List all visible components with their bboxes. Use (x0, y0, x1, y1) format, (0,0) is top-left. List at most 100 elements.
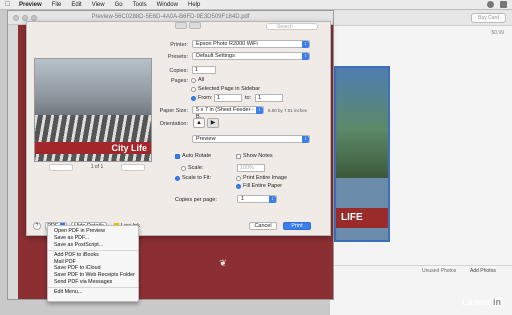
scale-to-fit-radio[interactable] (175, 175, 180, 181)
page-navigation: 1 of 1 (49, 162, 145, 172)
from-page-input[interactable]: 1 (214, 94, 242, 102)
fill-entire-paper-option[interactable]: Fill Entire Paper (236, 183, 282, 189)
paper-dimensions: 5.00 by 7.01 inches (268, 108, 308, 113)
help-button[interactable]: ? (33, 222, 41, 230)
menu-item-edit-menu[interactable]: Edit Menu... (48, 289, 138, 296)
portrait-icon[interactable]: ▲ (193, 118, 205, 128)
cancel-button[interactable]: Cancel (249, 222, 277, 230)
to-page-input[interactable]: 1 (255, 94, 283, 102)
card-preview[interactable]: LIFE (334, 66, 390, 242)
list-icon[interactable] (500, 1, 507, 8)
orientation-label: Orientation: (159, 121, 188, 127)
auto-rotate-checkbox[interactable] (175, 153, 180, 159)
copies-per-page-value: 1 (241, 196, 245, 202)
preview-crosswalk (35, 115, 151, 161)
scale-to-fit-label: Scale to Fit: (182, 175, 212, 181)
preview-caption: City Life (111, 143, 147, 153)
card-text: LIFE (336, 208, 388, 228)
print-entire-image-label: Print Entire Image (243, 175, 288, 181)
menu-file[interactable]: File (52, 2, 62, 8)
copies-input[interactable]: 1 (192, 66, 216, 74)
rotate-icon[interactable] (189, 22, 201, 29)
to-label: to: (245, 95, 252, 101)
show-notes-label: Show Notes (243, 153, 273, 159)
add-photos-button[interactable]: Add Photos (470, 268, 496, 274)
paper-size-select[interactable]: 5 x 7 in (Sheet Feeder - B... ↕ (192, 106, 264, 120)
linkedin-watermark: Linked in (462, 297, 502, 307)
watermark-suffix: in (492, 297, 502, 307)
printer-select[interactable]: Epson Photo R2000 WiFi ↕ (192, 40, 310, 48)
menu-item-open-pdf[interactable]: Open PDF in Preview (48, 228, 138, 235)
search-input[interactable]: Search (266, 23, 318, 30)
print-preview-image: City Life (34, 58, 152, 162)
pages-from-radio[interactable] (191, 95, 196, 101)
menu-item-save-pdf[interactable]: Save as PDF... (48, 235, 138, 242)
menu-view[interactable]: View (92, 2, 105, 8)
show-notes-option[interactable]: Show Notes (236, 153, 273, 159)
chevron-down-icon: ↕ (269, 196, 276, 203)
show-notes-checkbox[interactable] (236, 153, 241, 159)
menu-item-web-receipts[interactable]: Save PDF to Web Receipts Folder (48, 272, 138, 279)
fill-entire-paper-radio[interactable] (236, 183, 241, 189)
menu-edit[interactable]: Edit (71, 2, 81, 8)
scale-to-fit-option[interactable]: Scale to Fit: (175, 175, 211, 181)
print-dialog: Search City Life 1 of 1 Printer: Epson P… (26, 21, 331, 236)
card-price: $0.99 (491, 30, 504, 36)
printer-value: Epson Photo R2000 WiFi (196, 41, 258, 47)
window-title: Preview-56C0288D-5E6D-4A0A-B6FD-9E3D509F… (91, 14, 250, 20)
orientation-group: ▲ ▶ (189, 118, 219, 128)
pages-from-label: From: (198, 95, 213, 101)
pages-selected-option[interactable]: Selected Page in Sidebar (191, 86, 260, 92)
pages-all-label: All (198, 77, 205, 83)
print-entire-image-option[interactable]: Print Entire Image (236, 175, 287, 181)
print-button[interactable]: Print (283, 222, 311, 230)
presets-label: Presets: (167, 54, 188, 60)
menu-item-send-messages[interactable]: Send PDF via Messages (48, 279, 138, 286)
page-indicator: 1 of 1 (90, 164, 104, 170)
pages-selected-radio[interactable] (191, 86, 196, 92)
apple-menu-icon[interactable]:  (5, 1, 13, 8)
background-app-window: Buy Card $0.99 LIFE Unused Photos Add Ph… (330, 10, 512, 315)
paper-size-label: Paper Size: (159, 108, 188, 114)
chevron-down-icon: ↕ (302, 136, 309, 143)
watermark-prefix: Linked (461, 297, 491, 307)
scale-label: Scale: (188, 165, 204, 171)
menu-item-save-icloud[interactable]: Save PDF to iCloud (48, 265, 138, 272)
decorative-ornament-icon: ❦ (219, 258, 227, 268)
chevron-down-icon: ↕ (302, 41, 309, 48)
scale-radio[interactable] (181, 165, 186, 171)
preview-buildings (35, 59, 151, 119)
pages-range-option[interactable]: From: (191, 95, 212, 101)
pages-all-radio[interactable] (191, 77, 196, 83)
user-avatar-icon[interactable] (487, 1, 494, 8)
print-entire-image-radio[interactable] (236, 175, 241, 181)
presets-select[interactable]: Default Settings ↕ (192, 52, 310, 60)
menu-go[interactable]: Go (115, 2, 123, 8)
next-page-button[interactable] (120, 163, 145, 171)
scale-option[interactable]: Scale: (181, 165, 203, 171)
app-section-select[interactable]: Preview ↕ (192, 135, 310, 143)
menu-item-mail-pdf[interactable]: Mail PDF (48, 259, 138, 266)
buy-card-button[interactable]: Buy Card (471, 13, 506, 23)
menu-item-save-postscript[interactable]: Save as PostScript... (48, 242, 138, 249)
menu-window[interactable]: Window (157, 2, 178, 8)
menu-app-name[interactable]: Preview (19, 2, 42, 8)
pdf-menu: Open PDF in Preview Save as PDF... Save … (47, 225, 139, 302)
landscape-icon[interactable]: ▶ (207, 118, 219, 128)
card-photo (336, 68, 388, 178)
scale-input[interactable]: 100% (237, 164, 265, 172)
menu-help[interactable]: Help (188, 2, 200, 8)
pages-all-option[interactable]: All (191, 77, 204, 83)
printer-label: Printer: (170, 42, 188, 48)
previous-page-button[interactable] (49, 163, 73, 171)
markup-icon[interactable] (175, 22, 187, 29)
menu-item-add-ibooks[interactable]: Add PDF to iBooks (48, 252, 138, 259)
menu-tools[interactable]: Tools (133, 2, 147, 8)
copies-per-page-select[interactable]: 1 ↕ (237, 195, 277, 203)
auto-rotate-option[interactable]: Auto Rotate (175, 153, 211, 159)
pages-selected-label: Selected Page in Sidebar (198, 86, 261, 92)
unused-photos-button[interactable]: Unused Photos (422, 268, 456, 274)
menu-separator (48, 287, 138, 289)
fill-entire-paper-label: Fill Entire Paper (243, 183, 283, 189)
chevron-down-icon: ↕ (302, 53, 309, 60)
